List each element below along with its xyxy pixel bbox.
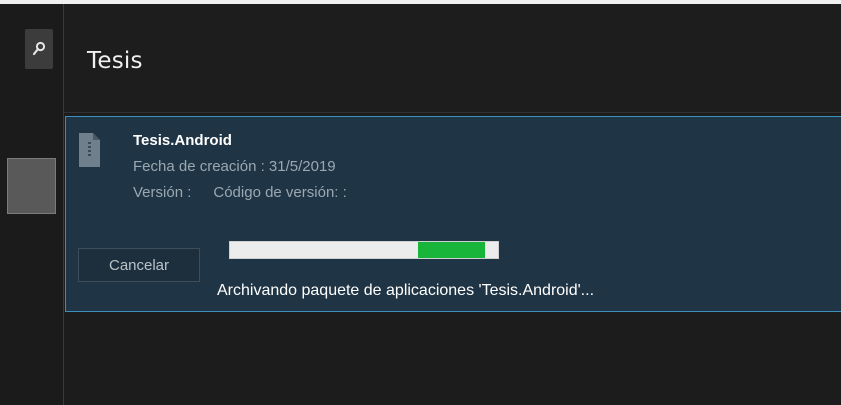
sidebar-selected-tile[interactable]: [7, 158, 56, 214]
cancel-button[interactable]: Cancelar: [78, 248, 200, 282]
archive-file-icon: [79, 133, 100, 167]
status-text: Archivando paquete de aplicaciones 'Tesi…: [217, 282, 595, 299]
creation-date-value: 31/5/2019: [268, 158, 336, 175]
sidebar: [0, 4, 63, 405]
archive-card[interactable]: Tesis.Android Fecha de creación : 31/5/2…: [65, 116, 841, 312]
progress-bar-fill: [417, 242, 485, 258]
package-name: Tesis.Android: [133, 132, 232, 149]
creation-date-label: Fecha de creación :: [133, 158, 265, 175]
archive-window: Tesis Tesis.Android Fecha de creación : …: [0, 0, 841, 405]
progress-bar: [229, 241, 499, 259]
creation-date-row: Fecha de creación : 31/5/2019: [133, 158, 336, 175]
version-row: Versión : Código de versión: :: [133, 184, 347, 201]
version-code-label: Código de versión: :: [213, 184, 347, 201]
version-label: Versión :: [133, 184, 192, 201]
search-button[interactable]: [25, 29, 53, 69]
header: Tesis: [64, 4, 841, 113]
page-title: Tesis: [87, 48, 143, 74]
search-icon: [32, 41, 46, 56]
